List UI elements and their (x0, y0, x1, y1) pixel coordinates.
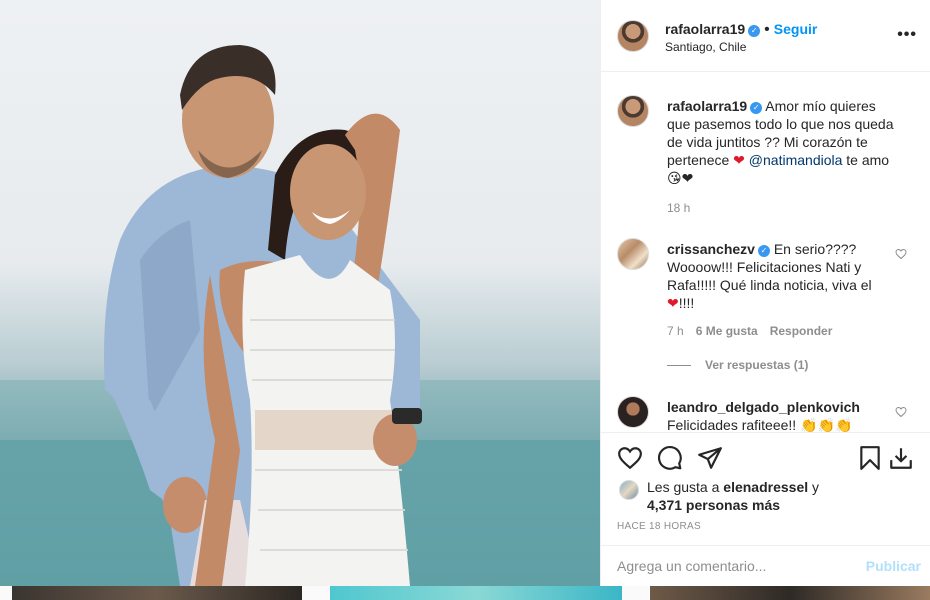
post-photo[interactable] (0, 0, 600, 586)
share-icon[interactable] (697, 445, 723, 471)
heart-icon[interactable] (617, 445, 643, 471)
comment-like-heart-icon[interactable] (895, 248, 907, 260)
comment-item: leandro_delgado_plenkovich Felicidades r… (617, 396, 917, 433)
comment-like-count[interactable]: 6 Me gusta (696, 324, 758, 338)
caption-meta: 18 h (667, 201, 702, 215)
comment-text: leandro_delgado_plenkovich Felicidades r… (667, 398, 902, 433)
verified-badge-icon: ✓ (750, 102, 763, 114)
comment-username[interactable]: crissanchezv (667, 241, 755, 257)
author-username[interactable]: rafaolarra19 (665, 21, 745, 37)
commenter-avatar[interactable] (617, 238, 649, 270)
liker-avatar[interactable] (619, 480, 639, 500)
post-location[interactable]: Santiago, Chile (665, 40, 746, 54)
separator-dot: • (764, 21, 770, 38)
view-replies-button[interactable]: Ver respuestas (1) (667, 358, 808, 372)
caption-body-end: te amo (846, 152, 890, 168)
post-actions (601, 432, 930, 482)
commenter-avatar[interactable] (617, 396, 649, 428)
thumbnail[interactable] (650, 586, 930, 600)
more-options-icon[interactable]: ••• (897, 26, 917, 44)
comment-username[interactable]: leandro_delgado_plenkovich (667, 399, 860, 415)
bookmark-icon[interactable] (857, 445, 883, 471)
comment-body: Felicidades rafiteee!! (667, 417, 797, 433)
likes-count[interactable]: 4,371 personas más (647, 497, 780, 513)
liker-username[interactable]: elenadressel (723, 479, 808, 495)
post-side-panel: rafaolarra19 ✓ • Seguir Santiago, Chile •••… (600, 0, 930, 586)
caption-emojis: 😘❤ (667, 170, 694, 186)
likes-prefix: Les gusta a (647, 479, 720, 495)
likes-connector: y (812, 479, 820, 495)
post-header: rafaolarra19 ✓ • Seguir Santiago, Chile ••• (601, 0, 930, 72)
view-replies-label: Ver respuestas (1) (705, 358, 809, 372)
comment-icon[interactable] (657, 445, 683, 471)
thumbnail[interactable] (330, 586, 622, 600)
caption-text: rafaolarra19 ✓ Amor mío quieres que pasem… (667, 97, 902, 187)
verified-badge-icon: ✓ (757, 245, 770, 257)
reply-button[interactable]: Responder (770, 324, 833, 338)
caption-time[interactable]: 18 h (667, 201, 690, 215)
comment-meta: 7 h 6 Me gusta Responder (667, 324, 844, 338)
follow-button[interactable]: Seguir (774, 21, 818, 37)
publish-button[interactable]: Publicar (866, 558, 921, 574)
couple-photo-illustration (0, 45, 600, 586)
verified-badge-icon: ✓ (748, 25, 761, 37)
related-thumbnails (0, 586, 930, 600)
thumbnail[interactable] (12, 586, 302, 600)
add-comment-bar: Publicar (601, 545, 930, 586)
author-line: rafaolarra19 ✓ • Seguir (665, 21, 817, 39)
comment-text: crissanchezv ✓ En serio???? Woooow!!! Fel… (667, 240, 902, 312)
author-avatar[interactable] (617, 20, 649, 52)
comment-emojis: 👏👏👏 (800, 417, 853, 433)
download-icon[interactable] (888, 445, 914, 471)
comment-time[interactable]: 7 h (667, 324, 684, 338)
post-time-ago[interactable]: HACE 18 HORAS (617, 521, 701, 532)
comments-list: rafaolarra19 ✓ Amor mío quieres que pasem… (601, 73, 930, 433)
caption: rafaolarra19 ✓ Amor mío quieres que pasem… (617, 95, 917, 215)
replies-divider (667, 365, 691, 367)
caption-avatar[interactable] (617, 95, 649, 127)
likes-text: Les gusta a elenadressel y 4,371 persona… (647, 478, 917, 514)
heart-emoji: ❤ (733, 152, 745, 168)
comment-like-heart-icon[interactable] (895, 406, 907, 418)
caption-mention[interactable]: @natimandiola (749, 152, 843, 168)
caption-username[interactable]: rafaolarra19 (667, 98, 747, 114)
comment-input[interactable] (617, 557, 847, 575)
heart-emoji: ❤ (667, 295, 679, 311)
comment-item: crissanchezv ✓ En serio???? Woooow!!! Fel… (617, 238, 917, 378)
comment-body-end: !!!! (678, 295, 695, 311)
